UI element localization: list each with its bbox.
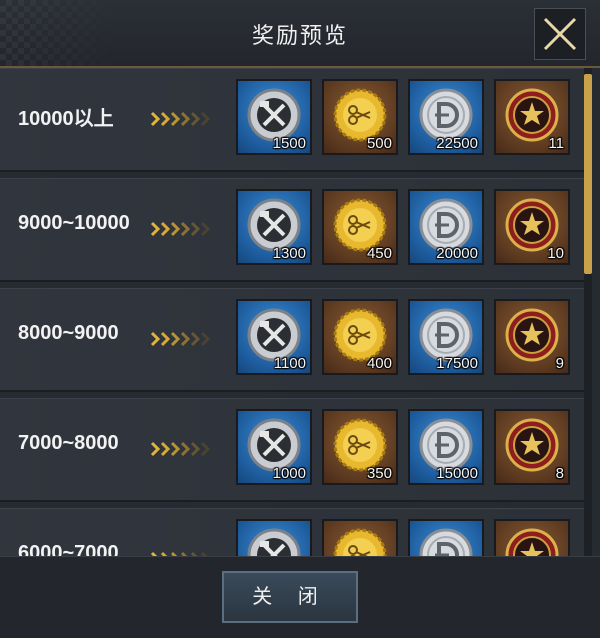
reward-row: 7000~8000 1000 350 15000 8: [0, 398, 584, 502]
hammer-wrench-medal-icon: [247, 528, 301, 556]
reward-item[interactable]: 1100: [236, 299, 312, 375]
reward-row: 10000以上 1500 500 22500 11: [0, 68, 584, 172]
reward-item[interactable]: 20000: [408, 189, 484, 265]
reward-item[interactable]: 1300: [236, 189, 312, 265]
chevron-right-icon: [150, 221, 211, 237]
scrollbar-thumb[interactable]: [584, 74, 592, 274]
reward-item[interactable]: [408, 519, 484, 556]
reward-item[interactable]: 400: [322, 299, 398, 375]
rank-range-label: 9000~10000: [18, 212, 130, 234]
reward-item[interactable]: 450: [322, 189, 398, 265]
reward-item[interactable]: 8: [494, 409, 570, 485]
rank-range-label: 7000~8000: [18, 432, 119, 454]
reward-quantity: 17500: [436, 355, 478, 372]
rank-range-label: 10000以上: [18, 108, 114, 130]
red-star-crown-medal-icon: [505, 418, 559, 472]
reward-quantity: 22500: [436, 135, 478, 152]
close-x-icon: [543, 17, 577, 51]
reward-quantity: 15000: [436, 465, 478, 482]
reward-item[interactable]: 11: [494, 79, 570, 155]
reward-item[interactable]: [494, 519, 570, 556]
reward-item[interactable]: 1000: [236, 409, 312, 485]
rank-range-label: 8000~9000: [18, 322, 119, 344]
reward-item[interactable]: 15000: [408, 409, 484, 485]
gold-scissors-medal-icon: [333, 528, 387, 556]
reward-quantity: 400: [366, 355, 392, 372]
reward-item[interactable]: 22500: [408, 79, 484, 155]
red-star-crown-medal-icon: [505, 308, 559, 362]
rank-range-label: 6000~7000: [18, 542, 119, 556]
dialog-footer: 关 闭: [0, 556, 600, 638]
close-x-button[interactable]: [534, 8, 586, 60]
reward-item[interactable]: 9: [494, 299, 570, 375]
reward-row: 8000~9000 1100 400 17500 9: [0, 288, 584, 392]
reward-quantity: 1100: [273, 355, 306, 372]
reward-quantity: 1300: [272, 245, 306, 262]
reward-list[interactable]: 10000以上 1500 500 22500 11 9000~10000 130…: [0, 68, 600, 556]
reward-item[interactable]: 500: [322, 79, 398, 155]
reward-item[interactable]: 17500: [408, 299, 484, 375]
reward-quantity: 8: [555, 465, 564, 482]
reward-quantity: 9: [555, 355, 564, 372]
reward-item[interactable]: [322, 519, 398, 556]
reward-quantity: 10: [547, 245, 564, 262]
reward-quantity: 20000: [436, 245, 478, 262]
reward-quantity: 1500: [272, 135, 306, 152]
scrollbar[interactable]: [584, 68, 592, 556]
reward-row: 9000~10000 1300 450 20000 10: [0, 178, 584, 282]
chevron-right-icon: [150, 441, 211, 457]
chevron-right-icon: [150, 111, 211, 127]
reward-item[interactable]: [236, 519, 312, 556]
dialog-header: 奖励预览: [0, 0, 600, 68]
reward-quantity: 11: [548, 135, 564, 152]
reward-quantity: 1000: [272, 465, 306, 482]
reward-quantity: 350: [366, 465, 392, 482]
close-button[interactable]: 关 闭: [222, 571, 358, 623]
chevron-right-icon: [150, 331, 211, 347]
reward-item[interactable]: 1500: [236, 79, 312, 155]
reward-row: 6000~7000: [0, 508, 584, 556]
reward-quantity: 500: [366, 135, 392, 152]
reward-item[interactable]: 10: [494, 189, 570, 265]
red-star-crown-medal-icon: [505, 528, 559, 556]
reward-quantity: 450: [366, 245, 392, 262]
dialog-title: 奖励预览: [251, 23, 348, 48]
reward-item[interactable]: 350: [322, 409, 398, 485]
silver-coin-icon: [419, 528, 473, 556]
